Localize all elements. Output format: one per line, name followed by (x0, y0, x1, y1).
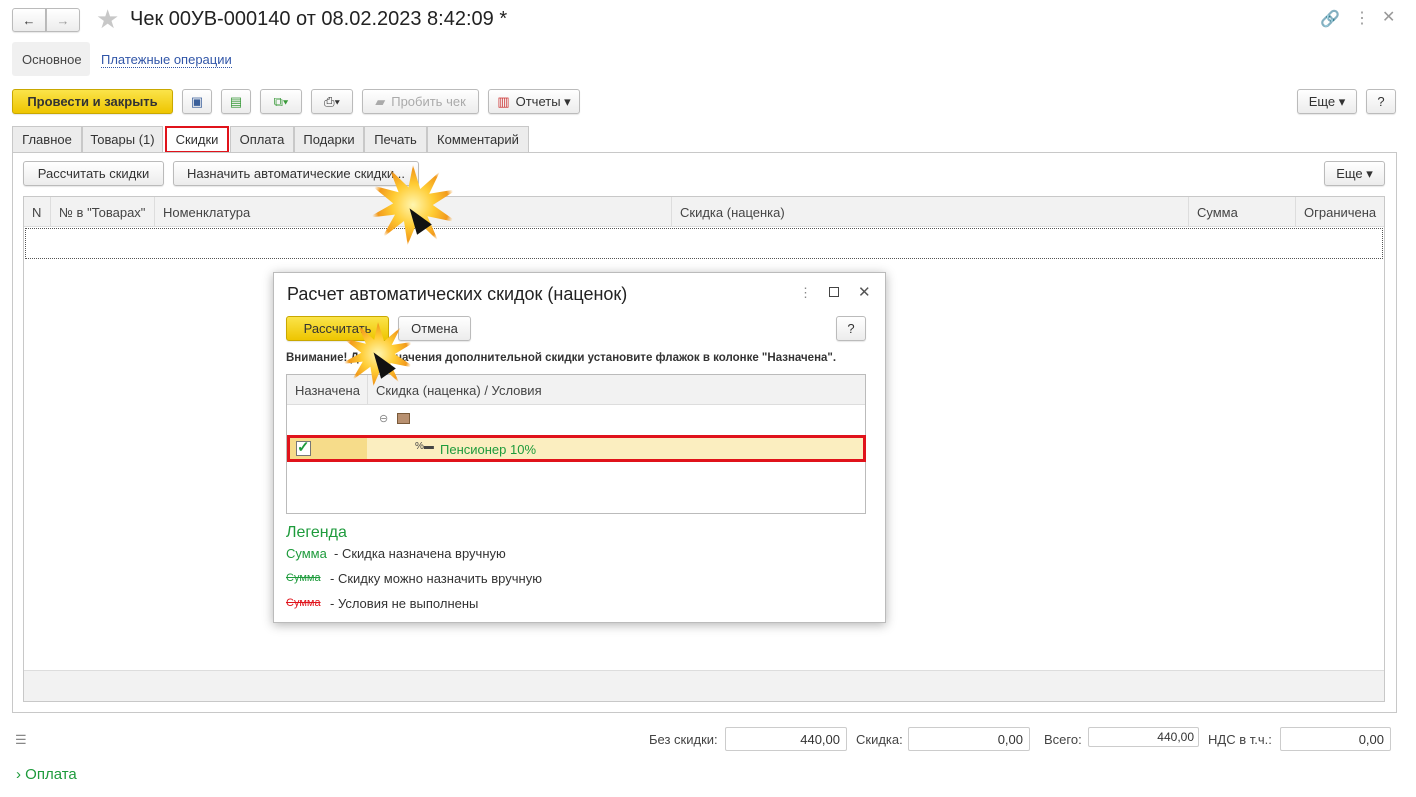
folder-icon (397, 413, 410, 424)
no-discount-field[interactable]: 440,00 (725, 727, 847, 751)
favorite-star-icon[interactable]: ★ (96, 4, 119, 35)
save-button[interactable]: ▣ (182, 89, 212, 114)
vat-label: НДС в т.ч.: (1208, 732, 1272, 747)
tab-discounts[interactable]: Скидки (165, 126, 229, 153)
create-based-button[interactable]: ⧉▾ (260, 89, 302, 114)
tab-comment[interactable]: Комментарий (427, 126, 529, 152)
cancel-button[interactable]: Отмена (398, 316, 471, 341)
dialog-title: Расчет автоматических скидок (наценок) (287, 284, 628, 304)
col-n[interactable]: N (24, 197, 51, 227)
table-row[interactable] (25, 228, 1383, 259)
help-button[interactable]: ? (1366, 89, 1396, 114)
report-icon: ▥ (497, 93, 510, 109)
legend-text-can-assign: - Скидку можно назначить вручную (330, 571, 542, 586)
legend-text-manual: - Скидка назначена вручную (334, 546, 506, 561)
back-button[interactable]: ← (12, 8, 46, 32)
nav-main[interactable]: Основное (12, 42, 90, 76)
window-title: Чек 00УВ-000140 от 08.02.2023 8:42:09 * (130, 8, 508, 30)
vat-field[interactable]: 0,00 (1280, 727, 1391, 751)
close-icon[interactable]: ✕ (1382, 7, 1395, 27)
legend-sample-can-assign: Сумма (286, 572, 321, 584)
dialog-help-button[interactable]: ? (836, 316, 866, 341)
assigned-checkbox[interactable]: ✓ (296, 440, 311, 456)
tab-goods[interactable]: Товары (1) (82, 126, 163, 152)
col-discount[interactable]: Скидка (наценка) (672, 197, 1189, 227)
calculate-button[interactable]: Рассчитать (286, 316, 389, 341)
create-based-icon: ⧉▾ (273, 93, 289, 109)
cash-register-icon: ▰ (375, 93, 386, 109)
discount-name: Пенсионер 10% (440, 442, 537, 457)
col-discount-conditions[interactable]: Скидка (наценка) / Условия (368, 375, 865, 405)
chevron-right-icon: › (16, 766, 21, 783)
dialog-close-icon[interactable]: ✕ (858, 283, 871, 301)
print-button[interactable]: ⎙▾ (311, 89, 353, 114)
discount-label: Скидка: (856, 732, 903, 747)
total-label: Всего: (1044, 732, 1082, 747)
tab-print[interactable]: Печать (364, 126, 427, 152)
discount-row[interactable] (287, 435, 866, 462)
total-field[interactable]: 440,00 (1088, 727, 1199, 747)
save-icon: ▣ (190, 93, 204, 109)
dialog-more-icon[interactable]: ⋮ (799, 285, 812, 301)
reports-button[interactable]: ▥ Отчеты ▾ (488, 89, 580, 114)
more-menu-icon[interactable]: ⋮ (1354, 8, 1370, 28)
col-assigned[interactable]: Назначена (287, 375, 368, 405)
col-goods-no[interactable]: № в "Товарах" (51, 197, 155, 227)
discount-field[interactable]: 0,00 (908, 727, 1030, 751)
dialog-maximize-icon[interactable] (829, 287, 839, 297)
legend-sample-manual: Сумма (286, 546, 327, 561)
post-and-close-button[interactable]: Провести и закрыть (12, 89, 173, 114)
legend-sample-not-met: Сумма (286, 597, 321, 609)
legend-title: Легенда (286, 524, 347, 541)
col-limited[interactable]: Ограничена (1296, 197, 1384, 227)
assign-auto-discounts-button[interactable]: Назначить автоматические скидки... (173, 161, 419, 186)
table-footer (24, 670, 1384, 701)
no-discount-label: Без скидки: (649, 732, 718, 747)
more-button[interactable]: Еще ▾ (1297, 89, 1357, 114)
payment-section-toggle[interactable]: › Оплата (16, 766, 77, 783)
tab-payment[interactable]: Оплата (230, 126, 294, 152)
collapse-icon[interactable]: ⊖ (379, 412, 388, 425)
comment-icon[interactable]: ☰ (15, 732, 27, 748)
link-icon[interactable]: 🔗 (1320, 9, 1340, 29)
calculate-discounts-button[interactable]: Рассчитать скидки (23, 161, 164, 186)
col-sum[interactable]: Сумма (1189, 197, 1296, 227)
discount-percent-icon: %▬ (415, 441, 434, 452)
legend-text-not-met: - Условия не выполнены (330, 596, 479, 611)
tab-main[interactable]: Главное (12, 126, 82, 152)
tab-gifts[interactable]: Подарки (294, 126, 364, 152)
printer-icon: ⎙▾ (324, 93, 340, 109)
forward-button[interactable]: → (46, 8, 80, 32)
post-document-icon: ▤ (229, 93, 243, 109)
post-button[interactable]: ▤ (221, 89, 251, 114)
print-check-button[interactable]: ▰ Пробить чек (362, 89, 479, 114)
nav-payments-link[interactable]: Платежные операции (101, 52, 232, 68)
discounts-more-button[interactable]: Еще ▾ (1324, 161, 1385, 186)
